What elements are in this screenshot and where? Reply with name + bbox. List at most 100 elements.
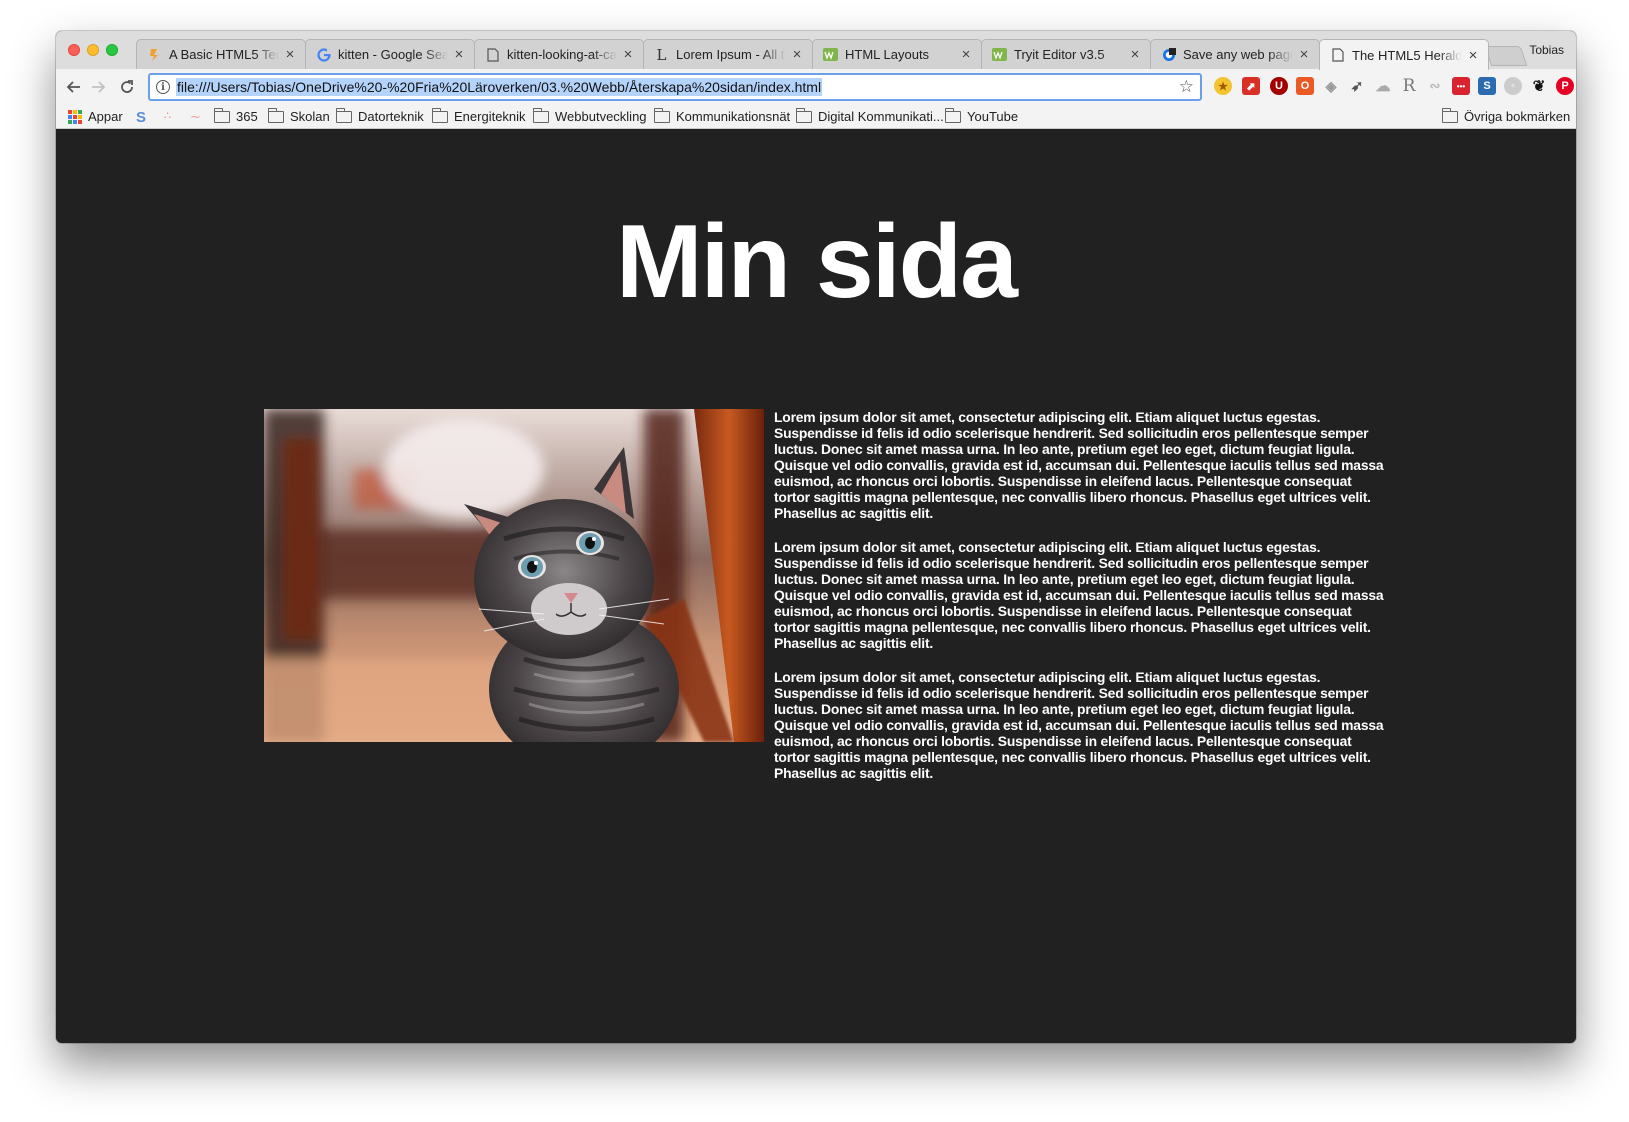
apps-icon <box>68 109 82 124</box>
main-text: Lorem ipsum dolor sit amet, consectetur … <box>774 409 1384 799</box>
address-bar[interactable]: i file:///Users/Tobias/OneDrive%20-%20Fr… <box>148 73 1202 101</box>
tab-label: Lorem Ipsum - All the facts <box>676 47 786 62</box>
paw-icon[interactable]: ❦ <box>1530 77 1548 95</box>
folder-icon <box>796 107 812 123</box>
tab-html5-herald[interactable]: The HTML5 Herald × <box>1319 39 1489 70</box>
bookmark-label: Kommunikationsnät <box>676 109 791 124</box>
kitten-photo <box>264 409 764 742</box>
tab-label: Tryit Editor v3.5 <box>1014 47 1105 62</box>
bookmark-label: 365 <box>236 109 258 124</box>
bookmark-label: Digital Kommunikati... <box>818 109 944 124</box>
tab-strip: A Basic HTML5 Template × kitten - Google… <box>56 31 1576 70</box>
bookmarks-bar: Appar S ∴ ∼ 365 Skolan Datorteknik Energ… <box>56 105 1576 129</box>
close-tab-icon[interactable]: × <box>1297 46 1311 63</box>
maximize-window-button[interactable] <box>106 44 118 56</box>
tab-google-search[interactable]: kitten - Google Search × <box>305 39 475 69</box>
bookmark-folder-kommunikationsnat[interactable]: Kommunikationsnät <box>654 107 791 124</box>
profile-name[interactable]: Tobias <box>1529 43 1564 57</box>
screen-capture-icon[interactable]: S <box>1478 77 1496 95</box>
close-tab-icon[interactable]: × <box>283 46 297 63</box>
bookmark-folder-skolan[interactable]: Skolan <box>268 107 330 124</box>
browser-window: A Basic HTML5 Template × kitten - Google… <box>56 31 1576 1043</box>
bookmark-folder-365[interactable]: 365 <box>214 107 258 124</box>
close-tab-icon[interactable]: × <box>790 46 804 63</box>
close-tab-icon[interactable]: × <box>621 46 635 63</box>
tab-label: A Basic HTML5 Template <box>169 47 279 62</box>
close-window-button[interactable] <box>68 44 80 56</box>
tab-kitten-image[interactable]: kitten-looking-at-camera.jpg × <box>474 39 644 69</box>
lorem-icon: L <box>656 45 667 64</box>
extension-star-icon[interactable]: ★ <box>1214 77 1232 95</box>
document-icon <box>485 47 500 62</box>
folder-icon <box>268 107 284 123</box>
bookmark-label: YouTube <box>967 109 1019 124</box>
office-icon[interactable]: O <box>1296 77 1314 95</box>
paragraph: Lorem ipsum dolor sit amet, consectetur … <box>774 669 1384 781</box>
reload-button[interactable] <box>116 76 138 98</box>
w3schools-icon <box>823 47 838 62</box>
lastpass-icon[interactable]: ••• <box>1452 77 1470 95</box>
reload-icon <box>121 80 133 93</box>
tab-label: The HTML5 Herald <box>1352 47 1462 63</box>
wave-icon[interactable]: ∼ <box>190 109 201 125</box>
page-title: Min sida <box>615 204 1018 320</box>
rocket-icon[interactable]: ➶ <box>1348 77 1366 95</box>
tab-html-layouts[interactable]: HTML Layouts × <box>812 39 982 69</box>
bookmark-label: Webbutveckling <box>555 109 647 124</box>
folder-icon <box>1442 107 1458 123</box>
paragraph: Lorem ipsum dolor sit amet, consectetur … <box>774 409 1384 521</box>
close-tab-icon[interactable]: × <box>452 46 466 63</box>
link-icon[interactable]: ∾ <box>1426 77 1444 95</box>
ublock-icon[interactable]: U <box>1270 77 1288 95</box>
bookmark-folder-youtube[interactable]: YouTube <box>945 107 1019 124</box>
tab-label: HTML Layouts <box>845 47 930 62</box>
readability-icon[interactable]: R <box>1400 76 1418 96</box>
folder-icon <box>336 107 352 123</box>
cloud-icon[interactable]: ☁ <box>1374 77 1392 95</box>
bookmark-label: Skolan <box>290 109 330 124</box>
bookmark-label: Energiteknik <box>454 109 526 124</box>
ss-icon[interactable]: S <box>136 109 146 126</box>
forward-button[interactable] <box>88 76 110 98</box>
bookmark-folder-digital-kommunikation[interactable]: Digital Kommunikati... <box>796 107 944 124</box>
back-button[interactable] <box>62 76 84 98</box>
bookmark-apps[interactable]: Appar <box>68 109 123 124</box>
bookmark-folder-webbutveckling[interactable]: Webbutveckling <box>533 107 647 124</box>
address-url[interactable]: file:///Users/Tobias/OneDrive%20-%20Fria… <box>176 78 823 96</box>
info-icon[interactable]: i <box>156 80 170 94</box>
close-tab-icon[interactable]: × <box>1128 46 1142 63</box>
dots-icon[interactable]: ∴ <box>164 109 171 122</box>
tab-save-web-page[interactable]: Save any web page × <box>1150 39 1320 69</box>
forward-arrow-icon <box>92 81 106 93</box>
tab-label: kitten-looking-at-camera.jpg <box>507 47 617 62</box>
folder-icon <box>533 107 549 123</box>
back-arrow-icon <box>66 81 80 93</box>
tab-label: Save any web page <box>1183 47 1293 62</box>
page-viewport: Min sida Lorem ipsum dolor sit amet, con… <box>56 129 1576 1043</box>
document-icon <box>1330 48 1345 63</box>
bookmark-folder-energiteknik[interactable]: Energiteknik <box>432 107 526 124</box>
bookmark-folder-other[interactable]: Övriga bokmärken <box>1442 107 1571 124</box>
save-page-icon <box>1161 47 1176 62</box>
paragraph: Lorem ipsum dolor sit amet, consectetur … <box>774 539 1384 651</box>
paint-bucket-icon[interactable]: ◈ <box>1322 77 1340 95</box>
folder-icon <box>945 107 961 123</box>
pinterest-icon[interactable]: P <box>1556 77 1574 95</box>
html5-template-icon <box>147 47 162 62</box>
w3schools-icon <box>992 47 1007 62</box>
minimize-window-button[interactable] <box>87 44 99 56</box>
bookmark-label: Övriga bokmärken <box>1464 109 1571 124</box>
tab-label: kitten - Google Search <box>338 47 448 62</box>
bookmark-folder-datorteknik[interactable]: Datorteknik <box>336 107 424 124</box>
close-tab-icon[interactable]: × <box>1466 47 1480 64</box>
extension-pdf-icon[interactable]: ⬈ <box>1242 77 1260 95</box>
close-tab-icon[interactable]: × <box>959 46 973 63</box>
circle-extension-icon[interactable]: ◦ <box>1504 77 1522 95</box>
folder-icon <box>654 107 670 123</box>
tab-tryit-editor[interactable]: Tryit Editor v3.5 × <box>981 39 1151 69</box>
bookmark-label: Appar <box>88 109 123 124</box>
tab-basic-html5-template[interactable]: A Basic HTML5 Template × <box>136 39 306 69</box>
new-tab-button[interactable] <box>1484 46 1528 66</box>
tab-lorem-ipsum[interactable]: L Lorem Ipsum - All the facts × <box>643 39 813 69</box>
bookmark-star-icon[interactable]: ☆ <box>1179 77 1194 97</box>
